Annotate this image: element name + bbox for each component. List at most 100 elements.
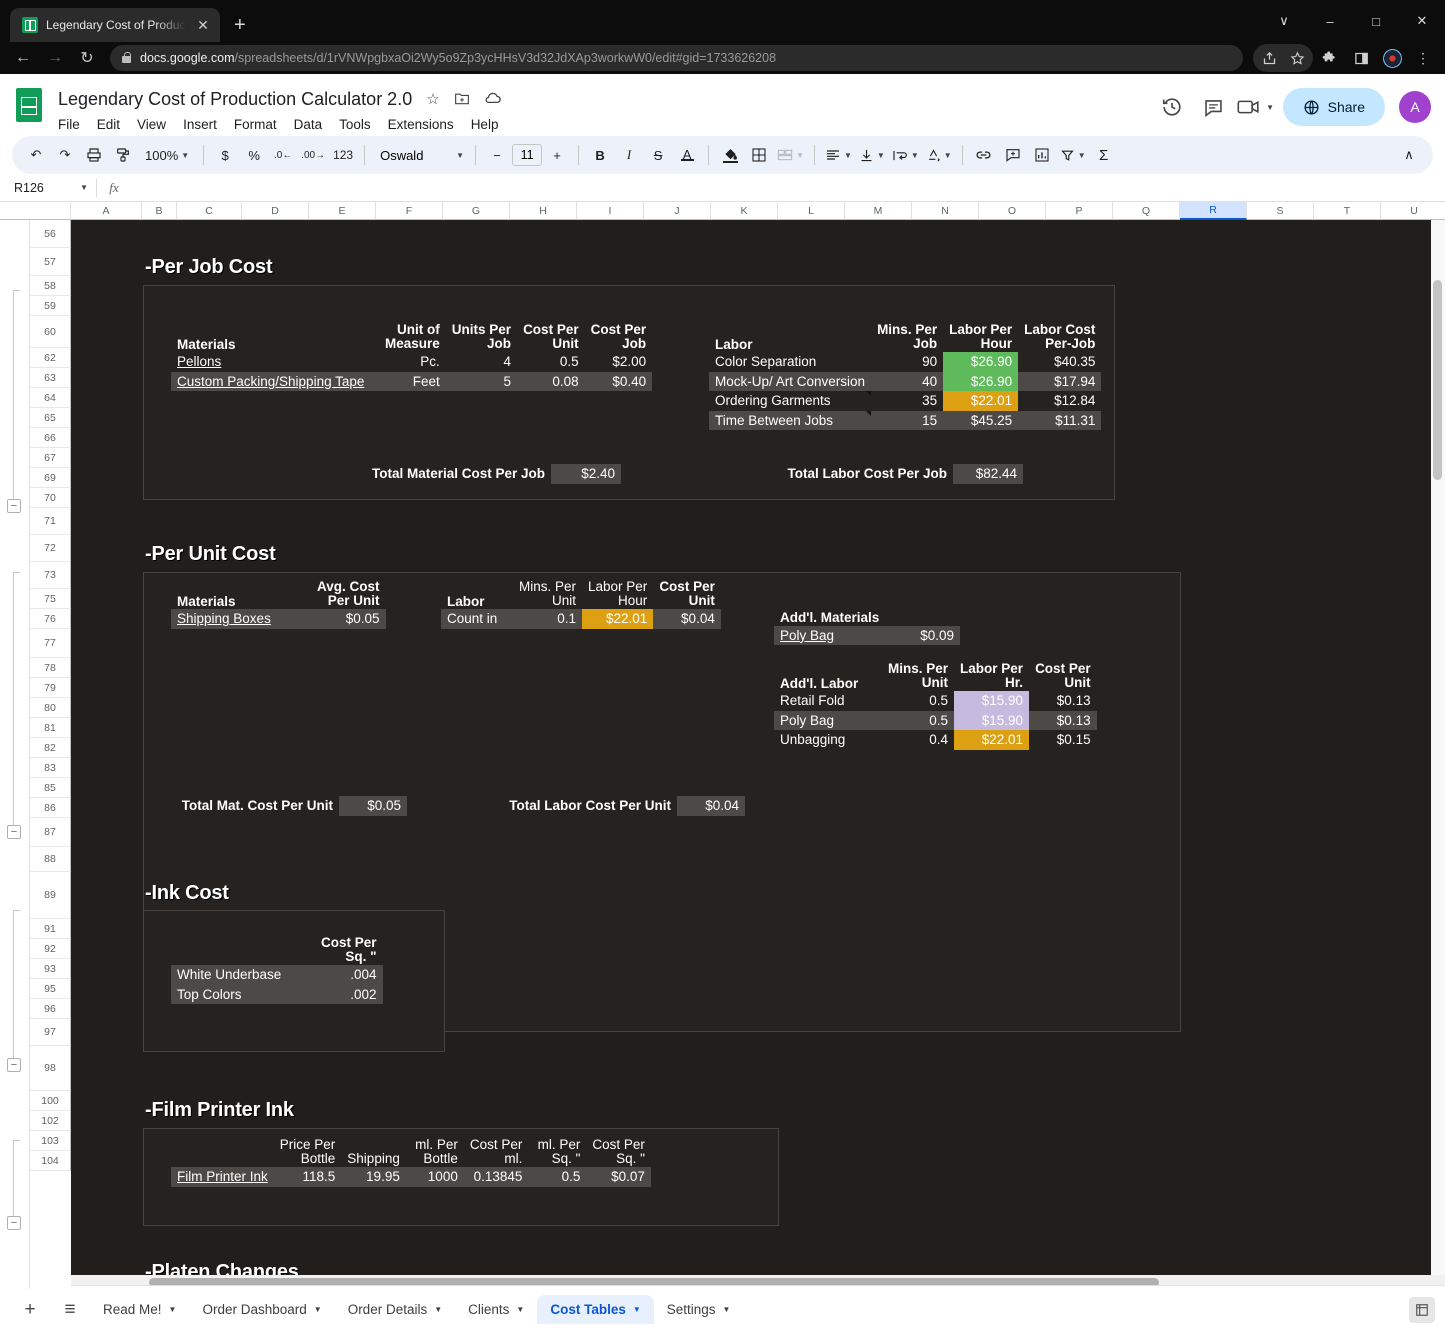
explore-icon[interactable] xyxy=(1409,1296,1435,1323)
more-formats-button[interactable]: 123 xyxy=(329,141,357,169)
sheet-tab-cost-tables[interactable]: Cost Tables ▼ xyxy=(537,1295,654,1324)
row-header-82[interactable]: 82 xyxy=(30,738,71,758)
bold-button[interactable]: B xyxy=(586,141,614,169)
row-header-92[interactable]: 92 xyxy=(30,939,71,959)
collapse-group-button[interactable]: − xyxy=(7,825,21,839)
reload-icon[interactable]: ↻ xyxy=(72,43,102,73)
chevron-down-icon[interactable]: ▼ xyxy=(633,1305,641,1314)
italic-button[interactable]: I xyxy=(615,141,643,169)
table-row[interactable]: Time Between Jobs 15 $45.25 $11.31 xyxy=(709,410,1102,430)
col-header-F[interactable]: F xyxy=(376,202,443,220)
minimize-icon[interactable]: – xyxy=(1307,0,1353,42)
font-family-select[interactable]: Oswald ▼ xyxy=(372,148,468,163)
row-header-69[interactable]: 69 xyxy=(30,468,71,488)
row-header-104[interactable]: 104 xyxy=(30,1151,71,1171)
row-header-75[interactable]: 75 xyxy=(30,589,71,609)
borders-icon[interactable] xyxy=(745,141,773,169)
col-header-G[interactable]: G xyxy=(443,202,510,220)
cloud-saved-icon[interactable] xyxy=(484,91,502,107)
table-row[interactable]: Unbagging 0.4 $22.01 $0.15 xyxy=(774,730,1097,750)
table-row[interactable]: Top Colors .002 xyxy=(171,984,383,1004)
print-icon[interactable] xyxy=(80,141,108,169)
row-header-71[interactable]: 71 xyxy=(30,508,71,535)
row-header-76[interactable]: 76 xyxy=(30,609,71,629)
table-row[interactable]: Color Separation 90 $26.90 $40.35 xyxy=(709,352,1102,372)
menu-format[interactable]: Format xyxy=(234,117,277,132)
paint-format-icon[interactable] xyxy=(109,141,137,169)
row-header-85[interactable]: 85 xyxy=(30,778,71,798)
menu-insert[interactable]: Insert xyxy=(183,117,217,132)
row-header-65[interactable]: 65 xyxy=(30,408,71,428)
profile-icon[interactable] xyxy=(1378,44,1406,72)
forward-icon[interactable]: → xyxy=(40,43,70,73)
decrease-decimal-button[interactable]: .0← xyxy=(269,141,297,169)
share-icon[interactable] xyxy=(1255,44,1283,72)
vertical-scroll-thumb[interactable] xyxy=(1433,280,1442,480)
text-rotation-icon[interactable]: ▼ xyxy=(923,141,955,169)
zoom-control[interactable]: 100% ▼ xyxy=(138,141,196,169)
row-header-91[interactable]: 91 xyxy=(30,919,71,939)
new-tab-button[interactable]: + xyxy=(234,15,246,35)
row-header-95[interactable]: 95 xyxy=(30,979,71,999)
star-icon[interactable] xyxy=(1283,44,1311,72)
font-size-input[interactable]: 11 xyxy=(512,144,543,166)
filter-icon[interactable]: ▼ xyxy=(1057,141,1089,169)
name-box[interactable]: R126 ▼ xyxy=(0,181,96,195)
row-header-57[interactable]: 57 xyxy=(30,248,71,276)
menu-edit[interactable]: Edit xyxy=(97,117,120,132)
more-icon[interactable]: ⋮ xyxy=(1409,44,1437,72)
share-button[interactable]: Share xyxy=(1282,88,1385,126)
row-header-83[interactable]: 83 xyxy=(30,758,71,778)
col-header-S[interactable]: S xyxy=(1247,202,1314,220)
row-header-81[interactable]: 81 xyxy=(30,718,71,738)
row-header-88[interactable]: 88 xyxy=(30,847,71,872)
row-header-56[interactable]: 56 xyxy=(30,220,71,248)
col-header-C[interactable]: C xyxy=(177,202,242,220)
table-row[interactable]: Film Printer Ink 118.5 19.95 1000 0.1384… xyxy=(171,1167,651,1187)
add-comment-icon[interactable] xyxy=(999,141,1027,169)
table-row[interactable]: Poly Bag 0.5 $15.90 $0.13 xyxy=(774,710,1097,730)
col-header-N[interactable]: N xyxy=(912,202,979,220)
col-header-R[interactable]: R xyxy=(1180,202,1247,220)
row-header-97[interactable]: 97 xyxy=(30,1019,71,1046)
meet-icon[interactable]: ▼ xyxy=(1237,88,1275,126)
redo-icon[interactable]: ↷ xyxy=(51,141,79,169)
avatar[interactable]: A xyxy=(1399,91,1431,123)
row-header-103[interactable]: 103 xyxy=(30,1131,71,1151)
row-header-96[interactable]: 96 xyxy=(30,999,71,1019)
table-row[interactable]: Ordering Garments 35 $22.01 $12.84 xyxy=(709,391,1102,411)
col-header-M[interactable]: M xyxy=(845,202,912,220)
fill-color-icon[interactable] xyxy=(716,141,744,169)
chevron-down-icon[interactable]: ▼ xyxy=(434,1305,442,1314)
table-row[interactable]: Poly Bag $0.09 xyxy=(774,625,960,645)
comment-icon[interactable] xyxy=(1195,88,1233,126)
increase-font-size-button[interactable]: + xyxy=(543,141,571,169)
col-header-A[interactable]: A xyxy=(71,202,142,220)
table-row[interactable]: Mock-Up/ Art Conversion 40 $26.90 $17.94 xyxy=(709,371,1102,391)
select-all-corner[interactable] xyxy=(0,202,71,220)
row-header-72[interactable]: 72 xyxy=(30,535,71,562)
collapse-group-button[interactable]: − xyxy=(7,1216,21,1230)
table-row[interactable]: Pellons Pc. 4 0.5 $2.00 xyxy=(171,352,653,372)
row-header-70[interactable]: 70 xyxy=(30,488,71,508)
chevron-down-icon[interactable]: ▼ xyxy=(169,1305,177,1314)
row-header-87[interactable]: 87 xyxy=(30,818,71,847)
menu-extensions[interactable]: Extensions xyxy=(388,117,454,132)
col-header-D[interactable]: D xyxy=(242,202,309,220)
decrease-font-size-button[interactable]: − xyxy=(483,141,511,169)
increase-decimal-button[interactable]: .00→ xyxy=(298,141,328,169)
currency-format-button[interactable]: $ xyxy=(211,141,239,169)
vertical-scrollbar[interactable] xyxy=(1431,220,1445,1289)
col-header-B[interactable]: B xyxy=(142,202,177,220)
col-header-P[interactable]: P xyxy=(1046,202,1113,220)
row-header-62[interactable]: 62 xyxy=(30,348,71,368)
menu-data[interactable]: Data xyxy=(294,117,323,132)
collapse-group-button[interactable]: − xyxy=(7,499,21,513)
row-header-66[interactable]: 66 xyxy=(30,428,71,448)
chevron-down-icon[interactable]: ▼ xyxy=(723,1305,731,1314)
row-header-58[interactable]: 58 xyxy=(30,276,71,296)
row-header-98[interactable]: 98 xyxy=(30,1046,71,1091)
row-header-63[interactable]: 63 xyxy=(30,368,71,388)
insert-chart-icon[interactable] xyxy=(1028,141,1056,169)
close-tab-icon[interactable]: ✕ xyxy=(194,18,212,32)
